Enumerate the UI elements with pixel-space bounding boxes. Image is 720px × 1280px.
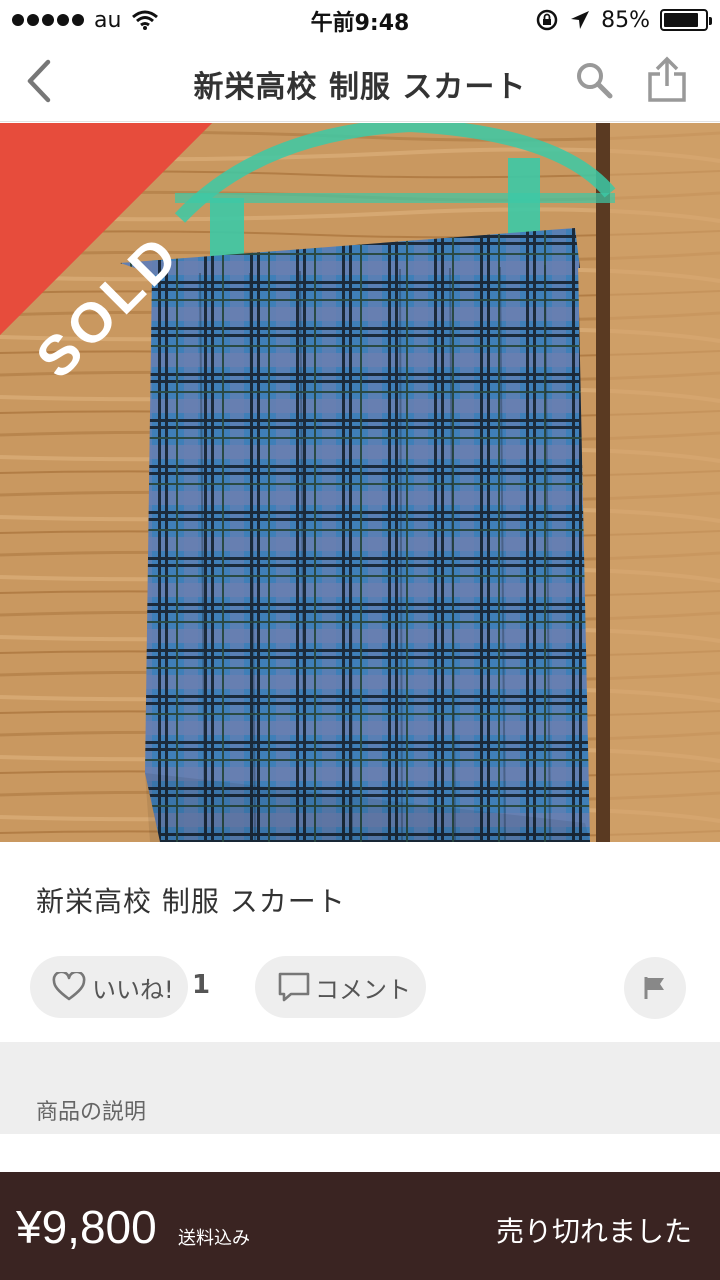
comment-icon (278, 972, 310, 1002)
battery-fill (664, 13, 698, 27)
rotation-lock-icon (536, 9, 558, 31)
price: ¥9,800 (16, 1201, 157, 1253)
product-photo[interactable]: SOLD (0, 123, 720, 842)
page-title: 新栄高校 制服 スカート (193, 70, 527, 105)
comment-label: コメント (315, 975, 411, 1004)
search-icon[interactable] (574, 60, 614, 100)
item-title: 新栄高校 制服 スカート (36, 885, 346, 918)
status-right: 85% (535, 6, 712, 34)
flag-icon (644, 977, 664, 999)
like-label: いいね! (92, 975, 174, 1004)
navigation-bar: 新栄高校 制服 スカート (0, 40, 720, 122)
like-button[interactable]: いいね! (30, 956, 188, 1018)
report-button[interactable] (624, 957, 686, 1019)
description-header: 商品の説明 (0, 1042, 720, 1134)
location-arrow-icon (571, 11, 590, 29)
shipping-note: 送料込み (178, 1228, 250, 1249)
sold-ribbon: SOLD (0, 123, 270, 393)
description-label: 商品の説明 (36, 1100, 147, 1125)
status-bar: au 午前9:48 85% (0, 0, 720, 40)
heart-icon (52, 972, 86, 1001)
purchase-bar: ¥9,800 送料込み 売り切れました (0, 1172, 720, 1280)
sold-out-button[interactable]: 売り切れました (496, 1210, 692, 1250)
like-count: 1 (192, 970, 211, 1000)
comment-button[interactable]: コメント (255, 956, 426, 1018)
battery-percent: 85% (601, 7, 650, 33)
share-icon[interactable] (644, 56, 690, 104)
back-chevron-icon[interactable] (20, 58, 60, 104)
action-row: いいね! 1 コメント (0, 956, 720, 1020)
battery-icon (660, 9, 712, 31)
